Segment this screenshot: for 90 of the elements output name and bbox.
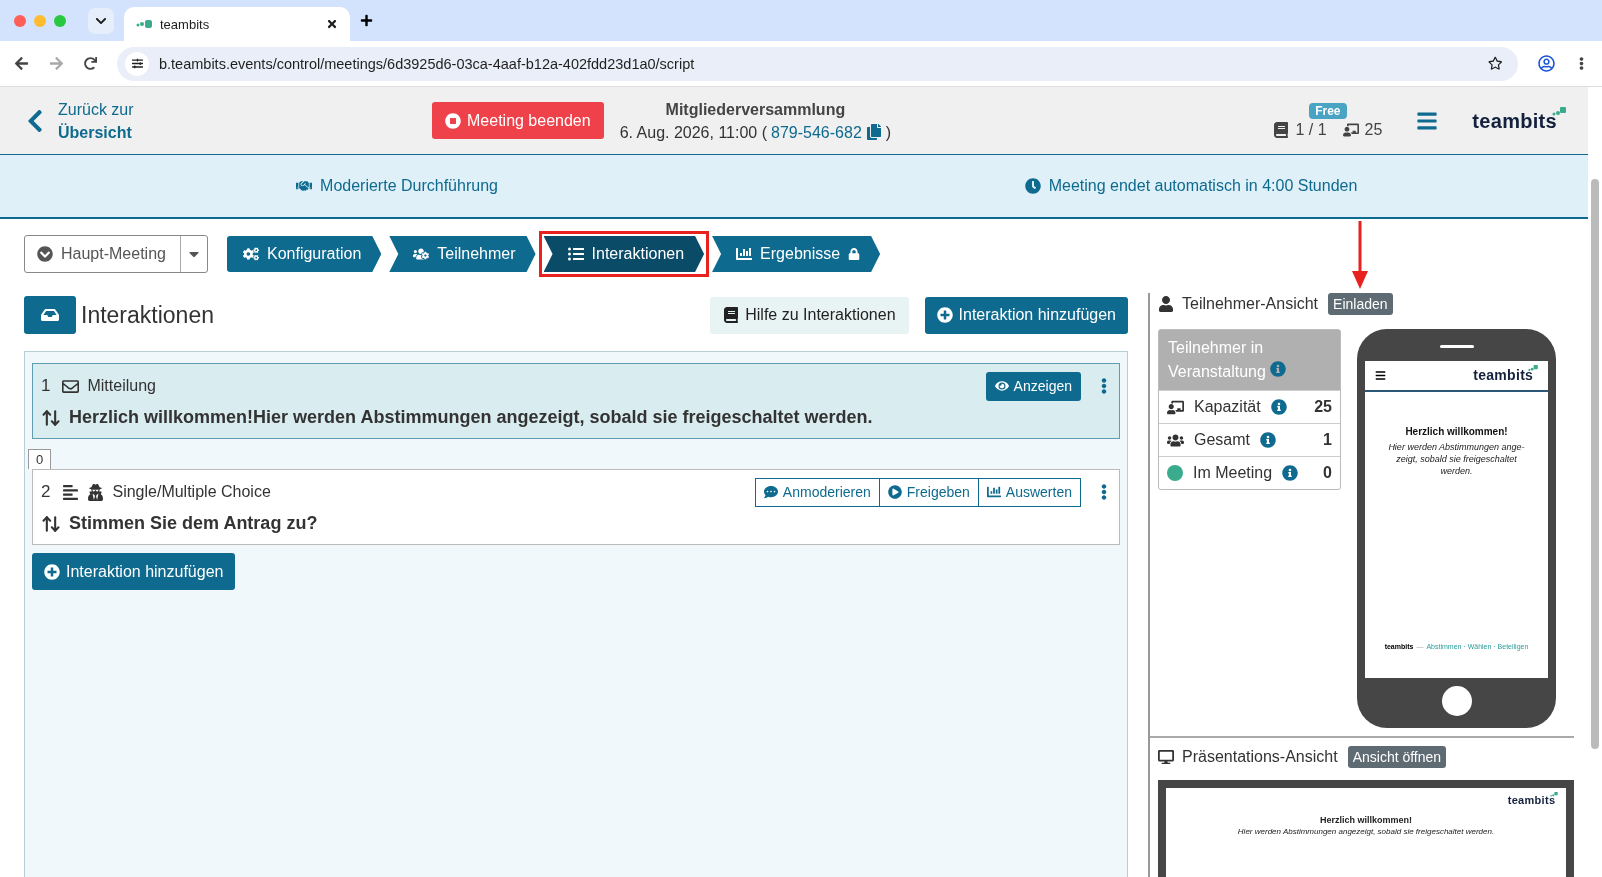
logo: teambits	[1473, 367, 1534, 384]
interaction-number: 2	[41, 482, 51, 502]
action-button[interactable]: Freigeben	[878, 477, 979, 507]
meeting-title: Mitgliederversammlung	[665, 99, 846, 120]
add-interaction-button[interactable]: Interaktion hinzufügen	[924, 296, 1128, 334]
step-tab[interactable]: Teilnehmer	[389, 236, 536, 272]
step-tab[interactable]: Interaktionen	[543, 236, 705, 272]
stat-label: Kapazität	[1194, 398, 1261, 416]
preview-text: Hier werden Abstimmungen angezeigt, sobald sie freigeschaltet werden.	[1237, 827, 1495, 837]
handshake-icon	[296, 178, 313, 194]
auto-end-text: Meeting endet automatisch in 4:00 Stunden	[1048, 177, 1358, 195]
logo-dots-icon	[1550, 792, 1558, 798]
stat-value: 0	[1323, 464, 1332, 482]
stop-icon	[445, 112, 461, 129]
preview-text: Hier werden Abstimmungen ange-zeigt, sobald sie freigeschaltet werden.	[1387, 440, 1526, 477]
people-icon	[413, 246, 430, 262]
step-tab[interactable]: Konfiguration	[227, 236, 382, 272]
tab-list-button[interactable]	[88, 7, 114, 34]
section-title: Teilnehmer-Ansicht	[1182, 295, 1319, 313]
interaction-type: Mitteilung	[87, 377, 156, 395]
info-icon	[1260, 432, 1276, 448]
list-icon	[62, 483, 80, 501]
address-bar[interactable]: b.teambits.events/control/meetings/6d3925d6-03ca-4aaf-b12a-402fdd23d1a0/script	[117, 46, 1518, 81]
meeting-code-link[interactable]: 879-546-682	[771, 120, 882, 144]
logo: teambits	[1472, 108, 1557, 133]
capacity-count: 25	[1364, 120, 1383, 139]
person-icon	[1158, 296, 1174, 312]
plus-icon	[936, 307, 953, 323]
list-icon	[567, 246, 584, 262]
action-button[interactable]: Auswerten	[977, 477, 1081, 507]
gears-icon	[243, 246, 259, 262]
plan-badge: Free	[1309, 102, 1347, 119]
preview-heading: Herzlich willkommen!	[1405, 425, 1508, 437]
back-icon[interactable]	[14, 56, 29, 71]
profile-icon[interactable]	[1538, 55, 1555, 72]
session-select[interactable]: Haupt-Meeting	[24, 235, 208, 273]
bracket-text: )	[885, 122, 892, 143]
logo: teambits	[1507, 794, 1556, 808]
section-title: Präsentations-Ansicht	[1182, 748, 1338, 766]
stat-value: 1	[1323, 431, 1332, 449]
plus-icon	[44, 563, 60, 580]
envelope-icon	[62, 377, 80, 395]
copy-icon	[865, 124, 882, 140]
reorder-icon[interactable]	[41, 513, 61, 534]
site-settings-icon[interactable]	[125, 51, 149, 76]
end-meeting-button[interactable]: Meeting beenden	[432, 102, 604, 139]
action-button[interactable]: Anzeigen	[985, 371, 1081, 401]
stat-label: Im Meeting	[1193, 464, 1273, 482]
bar-chart-icon	[736, 246, 753, 262]
interaction-text: Stimmen Sie dem Antrag zu?	[69, 513, 318, 534]
book-icon	[723, 307, 740, 323]
open-view-button[interactable]: Ansicht öffnen	[1347, 746, 1447, 768]
interaction-card[interactable]: 2 Single/Multiple Choice Anmoderieren Freigeben Auswerten Stimmen Sie dem Antrag zu?	[32, 469, 1120, 545]
bar-chart-icon	[986, 485, 1001, 499]
browser-tab[interactable]: teambits	[124, 7, 350, 41]
site-icon	[136, 19, 152, 29]
stat-label: Gesamt	[1194, 431, 1250, 449]
close-tab-icon[interactable]	[326, 18, 338, 30]
new-tab-icon[interactable]	[360, 14, 373, 27]
info-icon	[1270, 399, 1287, 415]
action-button[interactable]: Anmoderieren	[754, 477, 880, 507]
count-label: 0	[28, 449, 52, 469]
interaction-type: Single/Multiple Choice	[112, 483, 271, 501]
bookmark-icon[interactable]	[1487, 56, 1502, 71]
clock-icon	[1024, 178, 1041, 194]
inbox-icon	[24, 296, 76, 334]
stats-title: Teilnehmer in Veranstaltung	[1168, 339, 1266, 380]
stat-value: 25	[1314, 398, 1332, 416]
help-button[interactable]: Hilfe zu Interaktionen	[710, 296, 909, 334]
reload-icon[interactable]	[84, 57, 97, 70]
meeting-date: 6. Aug. 2026, 11:00 (	[619, 122, 768, 143]
page-title: Interaktionen	[81, 301, 214, 329]
interaction-card[interactable]: 1 Mitteilung Anzeigen Herzlich willkommen!Hier werden Abstimmungen angezeigt, sobald sie freigeschaltet werden.	[32, 363, 1120, 439]
step-tab[interactable]: Ergebnisse	[712, 236, 881, 272]
back-link[interactable]: Zurück zur Übersicht	[22, 97, 432, 144]
add-interaction-button[interactable]: Interaktion hinzufügen	[32, 553, 236, 590]
room-count: 1 / 1	[1295, 120, 1327, 139]
monitor-icon	[1158, 749, 1174, 765]
play-icon	[887, 485, 902, 499]
scrollbar[interactable]	[1591, 179, 1599, 749]
interaction-number: 1	[41, 376, 51, 396]
info-icon	[1270, 361, 1287, 377]
info-icon	[1282, 465, 1299, 481]
preview-heading: Herzlich willkommen!	[1320, 815, 1412, 826]
menu-icon	[1375, 369, 1386, 381]
moderation-mode-text: Moderierte Durchführung	[320, 177, 498, 195]
speech-bubble-icon	[763, 485, 778, 499]
reorder-icon[interactable]	[41, 407, 61, 428]
eye-icon	[994, 379, 1009, 393]
interaction-text: Herzlich willkommen!Hier werden Abstimmungen angezeigt, sobald sie freigeschaltet werden.	[69, 407, 873, 428]
